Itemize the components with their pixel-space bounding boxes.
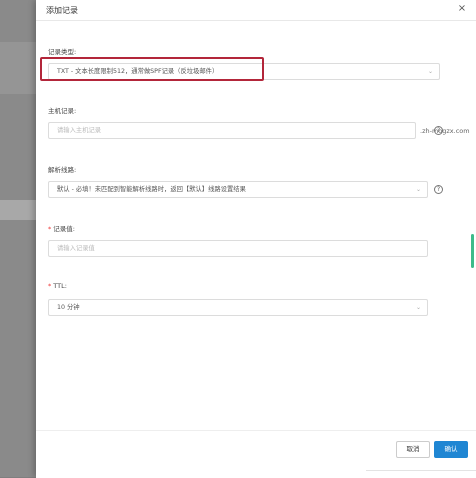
host-record-input[interactable]: 请输入主机记录	[48, 122, 416, 139]
record-type-label: 记录类型:	[48, 48, 77, 56]
background-block	[0, 42, 36, 94]
record-value-placeholder: 请输入记录值	[57, 245, 95, 252]
cancel-button[interactable]: 取消	[396, 441, 430, 458]
background-block	[0, 200, 36, 220]
ttl-select[interactable]: 10 分钟 ⌄	[48, 299, 428, 316]
host-record-placeholder: 请输入主机记录	[57, 127, 102, 134]
host-record-label: 主机记录:	[48, 107, 77, 115]
record-value-label: * 记录值:	[48, 225, 75, 233]
record-value-input[interactable]: 请输入记录值	[48, 240, 428, 257]
line-value: 默认 - 必填！未匹配到智能解析线路时，返回【默认】线路设置结果	[57, 186, 246, 193]
scrollbar-thumb[interactable]	[471, 234, 474, 268]
ttl-value: 10 分钟	[57, 304, 80, 311]
line-select[interactable]: 默认 - 必填！未匹配到智能解析线路时，返回【默认】线路设置结果 ⌄	[48, 181, 428, 198]
chevron-down-icon: ⌄	[415, 186, 421, 193]
chevron-down-icon: ⌄	[415, 304, 421, 311]
help-icon[interactable]: ?	[434, 185, 443, 194]
close-icon[interactable]: ×	[456, 3, 468, 15]
line-label: 解析线路:	[48, 166, 77, 174]
chevron-down-icon: ⌄	[427, 68, 433, 75]
ttl-label: * TTL:	[48, 282, 67, 290]
annotation-highlight-box	[40, 57, 264, 81]
help-icon[interactable]: ?	[434, 126, 443, 135]
panel-title: 添加记录	[46, 6, 78, 15]
domain-suffix: .zh-mogzx.com	[420, 127, 470, 135]
panel-header: 添加记录 ×	[36, 0, 476, 21]
confirm-button[interactable]: 确认	[434, 441, 468, 458]
